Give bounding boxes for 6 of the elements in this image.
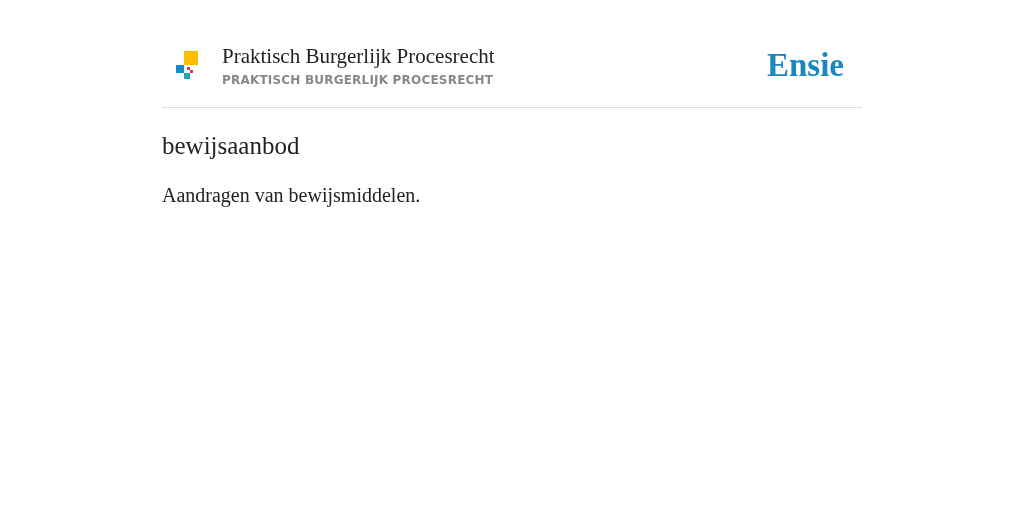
logo-icon	[174, 51, 198, 80]
book-subtitle: PRAKTISCH BURGERLIJK PROCESRECHT	[222, 73, 495, 87]
brand-logo[interactable]: Ensie	[766, 47, 844, 84]
book-title: Praktisch Burgerlijk Procesrecht	[222, 44, 496, 69]
entry-definition: Aandragen van bewijsmiddelen.	[162, 184, 422, 207]
entry-term: bewijsaanbod	[162, 132, 301, 160]
